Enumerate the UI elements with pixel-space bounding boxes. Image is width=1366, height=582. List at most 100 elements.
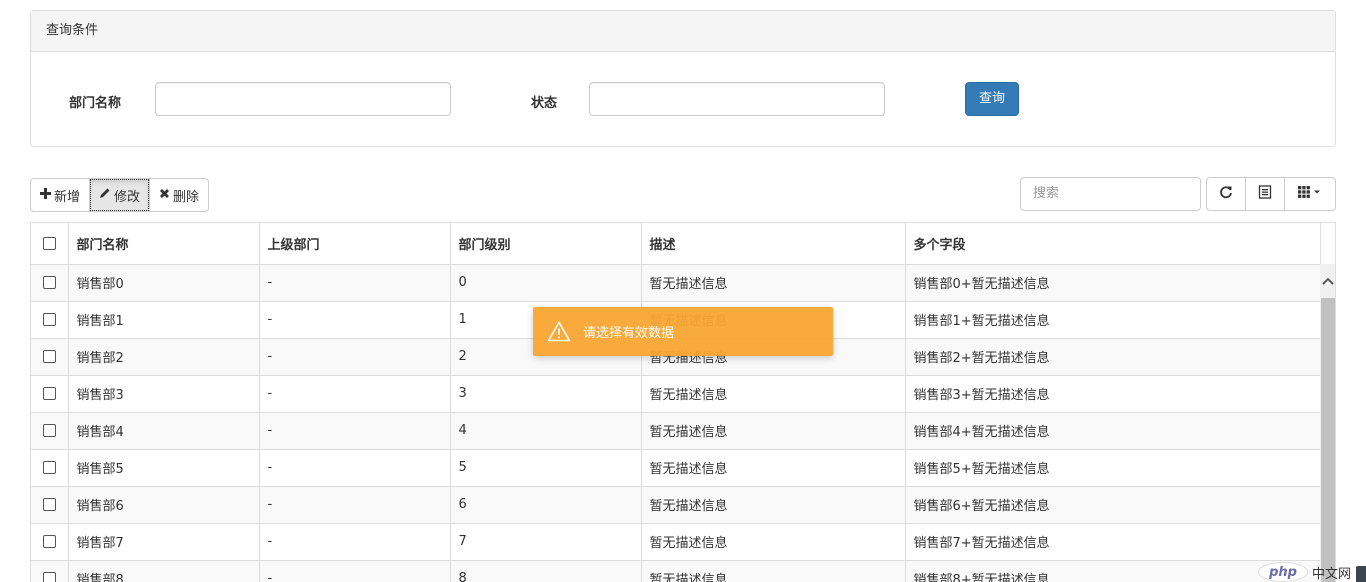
- table-row[interactable]: 销售部3-3 暂无描述信息 销售部3+暂无描述信息: [31, 375, 1321, 413]
- row-checkbox[interactable]: [42, 461, 56, 474]
- table-cell-name: 销售部2: [68, 338, 260, 376]
- table-cell-name: 销售部5: [68, 449, 260, 487]
- table-cell-name: 销售部3: [68, 375, 260, 413]
- panel-title: 查询条件: [31, 11, 1335, 52]
- table-cell-multi: 销售部2+暂无描述信息: [905, 338, 1321, 376]
- column-header[interactable]: 多个字段: [905, 223, 1321, 265]
- table-cell-level: 3: [450, 375, 642, 413]
- table-row[interactable]: 销售部6-6 暂无描述信息 销售部6+暂无描述信息: [31, 486, 1321, 524]
- chevron-up-icon[interactable]: [1320, 264, 1335, 298]
- edit-button[interactable]: 修改: [89, 178, 151, 212]
- select-all-checkbox[interactable]: [42, 236, 56, 250]
- row-select-cell: [31, 449, 69, 487]
- dept-name-input[interactable]: [155, 82, 451, 116]
- list-icon: [1258, 185, 1272, 203]
- row-select-cell: [31, 560, 69, 582]
- table-cell-parent: -: [259, 412, 451, 450]
- watermark-text: 中文网: [1312, 566, 1352, 582]
- php-logo: php: [1258, 562, 1308, 582]
- table-scrollbar[interactable]: [1320, 264, 1335, 582]
- data-table: 部门名称 上级部门 部门级别 描述 多个字段 销售部0-0 暂无描述信息 销售部0+…: [30, 222, 1336, 582]
- table-row[interactable]: 销售部5-5 暂无描述信息 销售部5+暂无描述信息: [31, 449, 1321, 487]
- status-input[interactable]: [589, 82, 885, 116]
- table-cell-name: 销售部7: [68, 523, 260, 561]
- table-cell-level: 4: [450, 412, 642, 450]
- table-cell-level: 7: [450, 523, 642, 561]
- table-cell-parent: -: [259, 523, 451, 561]
- toast-message: 请选择有效数据: [583, 326, 675, 341]
- table-cell-multi: 销售部1+暂无描述信息: [905, 301, 1321, 339]
- table-cell-level: 6: [450, 486, 642, 524]
- table-cell-multi: 销售部5+暂无描述信息: [905, 449, 1321, 487]
- corner-tab: [1356, 566, 1366, 582]
- row-checkbox[interactable]: [42, 498, 56, 511]
- table-row[interactable]: 销售部4-4 暂无描述信息 销售部4+暂无描述信息: [31, 412, 1321, 450]
- table-cell-parent: -: [259, 486, 451, 524]
- toggle-view-button[interactable]: [1245, 177, 1285, 211]
- table-header: 部门名称 上级部门 部门级别 描述 多个字段: [31, 223, 1321, 265]
- table-row[interactable]: 销售部7-7 暂无描述信息 销售部7+暂无描述信息: [31, 523, 1321, 561]
- warning-toast: 请选择有效数据: [533, 307, 833, 356]
- row-checkbox[interactable]: [42, 535, 56, 548]
- table-cell-desc: 暂无描述信息: [641, 449, 906, 487]
- table-cell-desc: 暂无描述信息: [641, 264, 906, 302]
- table-cell-parent: -: [259, 301, 451, 339]
- row-select-cell: [31, 523, 69, 561]
- table-cell-parent: -: [259, 449, 451, 487]
- row-select-cell: [31, 301, 69, 339]
- select-all-cell: [31, 223, 69, 265]
- table-cell-name: 销售部6: [68, 486, 260, 524]
- status-label: 状态: [531, 96, 558, 111]
- row-checkbox[interactable]: [42, 276, 56, 289]
- table-cell-level: 8: [450, 560, 642, 582]
- table-cell-level: 0: [450, 264, 642, 302]
- row-checkbox[interactable]: [42, 424, 56, 437]
- table-cell-parent: -: [259, 375, 451, 413]
- table-cell-desc: 暂无描述信息: [641, 523, 906, 561]
- table-cell-parent: -: [259, 264, 451, 302]
- refresh-button[interactable]: [1206, 177, 1246, 211]
- column-header[interactable]: 描述: [641, 223, 906, 265]
- delete-button-label: 删除: [173, 189, 200, 205]
- table-cell-desc: 暂无描述信息: [641, 412, 906, 450]
- row-select-cell: [31, 338, 69, 376]
- edit-button-label: 修改: [114, 189, 141, 205]
- table-row[interactable]: 销售部8-8 暂无描述信息 销售部8+暂无描述信息: [31, 560, 1321, 582]
- table-row[interactable]: 销售部0-0 暂无描述信息 销售部0+暂无描述信息: [31, 264, 1321, 302]
- warning-icon: [547, 321, 571, 342]
- table-cell-name: 销售部1: [68, 301, 260, 339]
- row-checkbox[interactable]: [42, 572, 56, 582]
- table-cell-parent: -: [259, 560, 451, 582]
- row-checkbox[interactable]: [42, 387, 56, 400]
- dept-name-label: 部门名称: [69, 96, 122, 111]
- plus-icon: [40, 187, 51, 203]
- table-cell-desc: 暂无描述信息: [641, 486, 906, 524]
- delete-button[interactable]: 删除: [149, 178, 210, 212]
- column-header[interactable]: 上级部门: [259, 223, 451, 265]
- row-checkbox[interactable]: [42, 313, 56, 326]
- table-cell-desc: 暂无描述信息: [641, 560, 906, 582]
- action-toolbar: 新增 修改 删除: [30, 178, 210, 212]
- row-select-cell: [31, 375, 69, 413]
- remove-icon: [159, 187, 170, 203]
- table-cell-name: 销售部8: [68, 560, 260, 582]
- grid-icon: [1298, 186, 1322, 202]
- row-select-cell: [31, 412, 69, 450]
- pencil-icon: [99, 187, 111, 203]
- column-header[interactable]: 部门名称: [68, 223, 260, 265]
- search-input[interactable]: 搜索: [1020, 177, 1201, 211]
- table-tools: [1206, 177, 1336, 211]
- columns-button[interactable]: [1284, 177, 1336, 211]
- table-cell-multi: 销售部0+暂无描述信息: [905, 264, 1321, 302]
- query-panel: 查询条件 部门名称 状态 查询: [30, 10, 1336, 147]
- query-button[interactable]: 查询: [965, 82, 1019, 116]
- refresh-icon: [1219, 185, 1233, 203]
- column-header[interactable]: 部门级别: [450, 223, 642, 265]
- row-checkbox[interactable]: [42, 350, 56, 363]
- table-cell-multi: 销售部7+暂无描述信息: [905, 523, 1321, 561]
- table-cell-name: 销售部4: [68, 412, 260, 450]
- php-watermark: php 中文网: [1258, 562, 1351, 582]
- table-cell-name: 销售部0: [68, 264, 260, 302]
- scrollbar-thumb[interactable]: [1321, 298, 1335, 582]
- add-button[interactable]: 新增: [30, 178, 91, 212]
